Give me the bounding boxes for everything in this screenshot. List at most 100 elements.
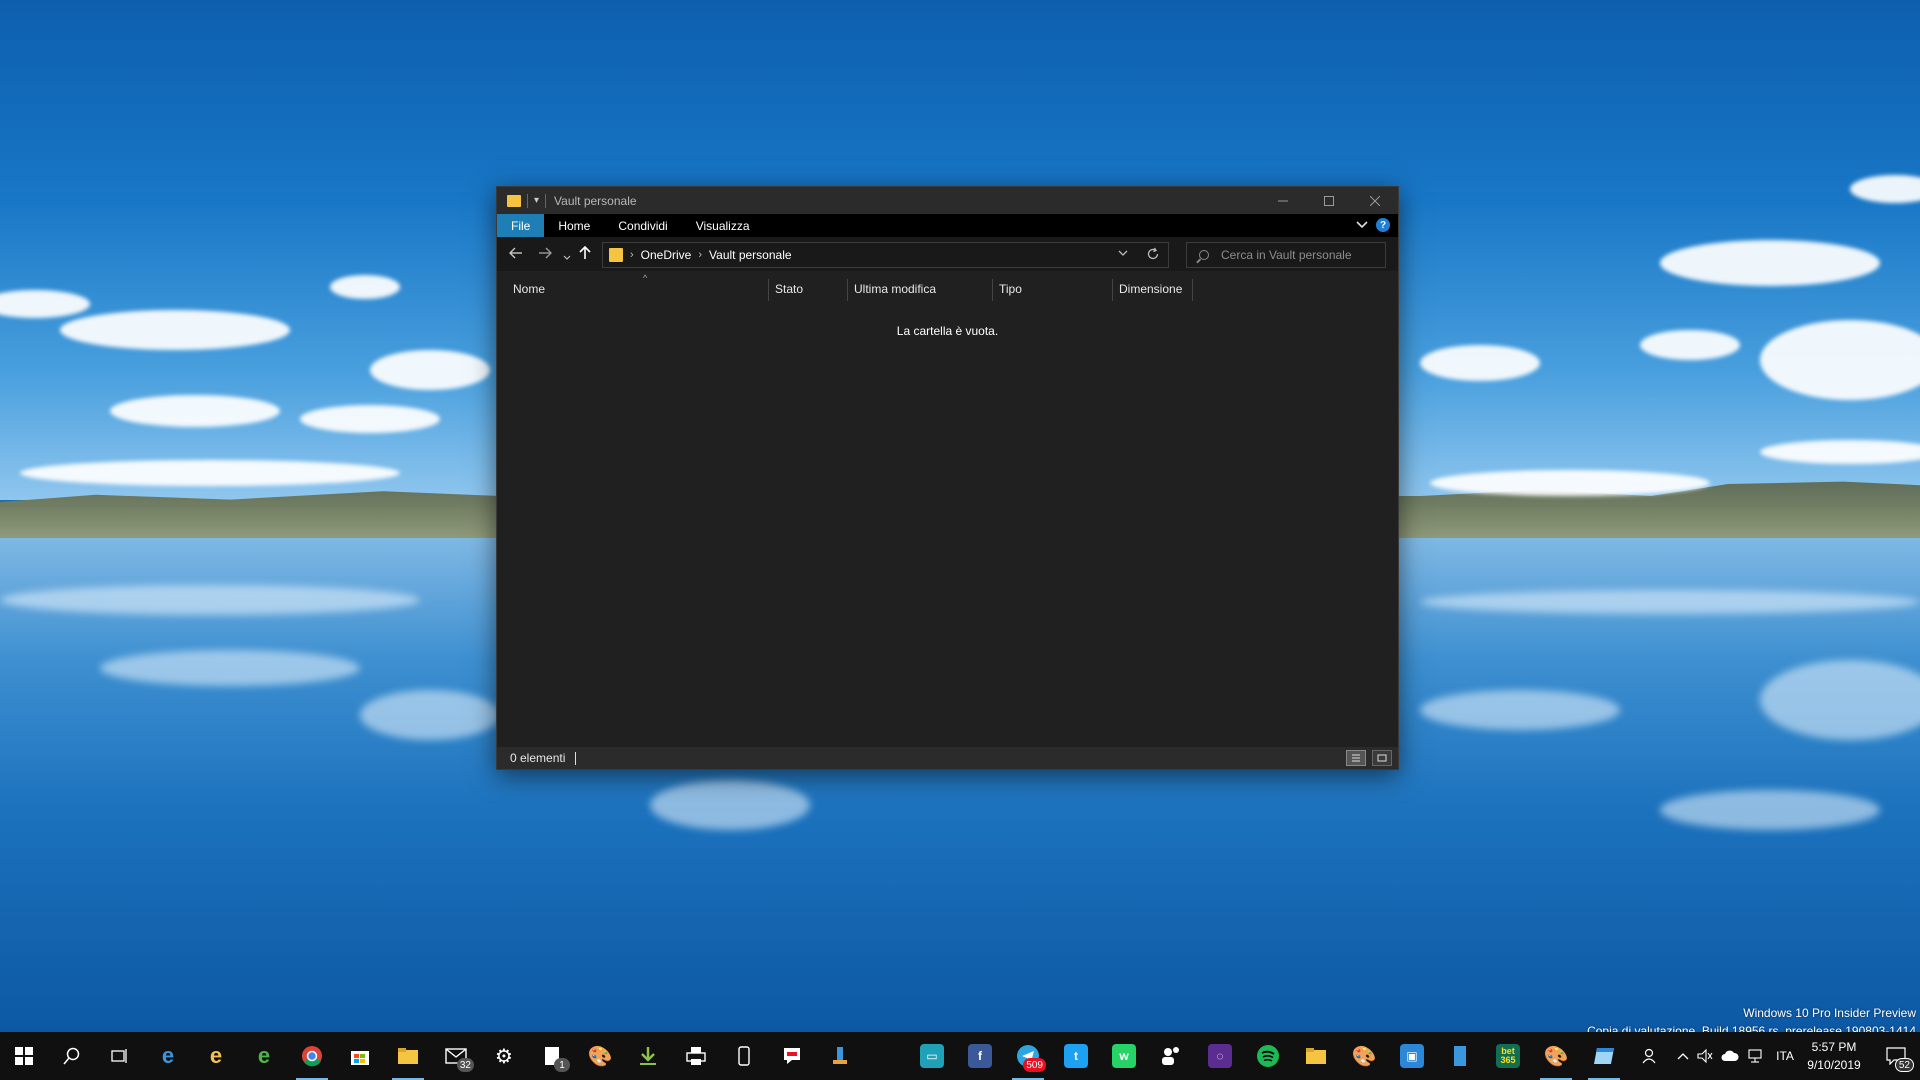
expand-ribbon-icon[interactable] bbox=[1356, 221, 1368, 229]
up-button[interactable] bbox=[579, 245, 591, 264]
cloud-reflection bbox=[100, 650, 360, 686]
help-icon[interactable]: ? bbox=[1376, 218, 1390, 232]
feedback-app[interactable] bbox=[768, 1032, 816, 1080]
maximize-button[interactable] bbox=[1306, 187, 1352, 214]
bet365-app[interactable]: bet 365 bbox=[1484, 1032, 1532, 1080]
twitter-app[interactable]: t bbox=[1052, 1032, 1100, 1080]
clock-time: 5:57 PM bbox=[1811, 1040, 1857, 1054]
folder-icon bbox=[507, 194, 521, 207]
column-header-ultima-modifica[interactable]: Ultima modifica bbox=[848, 277, 992, 301]
remote-desktop-app[interactable]: ▣ bbox=[1388, 1032, 1436, 1080]
phone-icon bbox=[738, 1046, 750, 1066]
paint3d-app[interactable]: 🎨 bbox=[1340, 1032, 1388, 1080]
forward-button[interactable] bbox=[538, 246, 552, 263]
facebook-app[interactable]: f bbox=[956, 1032, 1004, 1080]
cloud-reflection bbox=[1420, 690, 1620, 730]
column-header-stato[interactable]: Stato bbox=[769, 277, 847, 301]
facebook-icon: f bbox=[968, 1044, 992, 1068]
print-app[interactable] bbox=[672, 1032, 720, 1080]
folder-icon bbox=[609, 248, 623, 262]
column-divider[interactable] bbox=[1192, 279, 1193, 301]
chrome-app[interactable] bbox=[288, 1032, 336, 1080]
close-button[interactable] bbox=[1352, 187, 1398, 214]
people-icon bbox=[1162, 1047, 1179, 1065]
powershell-app[interactable] bbox=[816, 1032, 864, 1080]
large-icons-view-button[interactable] bbox=[1372, 750, 1392, 766]
quick-access-dropdown-icon[interactable]: ▾ bbox=[534, 195, 539, 206]
action-center-button[interactable]: 52 bbox=[1876, 1032, 1916, 1080]
whatsapp-app[interactable]: w bbox=[1100, 1032, 1148, 1080]
feedback-hub-app[interactable]: ◌ bbox=[1196, 1032, 1244, 1080]
mail-unread-badge: 32 bbox=[456, 1058, 474, 1072]
breadcrumb-separator[interactable]: › bbox=[630, 249, 634, 261]
store-app[interactable] bbox=[336, 1032, 384, 1080]
search-input[interactable] bbox=[1221, 248, 1381, 262]
tab-file[interactable]: File bbox=[497, 214, 545, 237]
task-view-button[interactable] bbox=[96, 1032, 144, 1080]
mail-app[interactable]: 32 bbox=[432, 1032, 480, 1080]
tab-visualizza[interactable]: Visualizza bbox=[682, 214, 764, 237]
settings-app[interactable]: ⚙ bbox=[480, 1032, 528, 1080]
search-button[interactable] bbox=[48, 1032, 96, 1080]
cloud-icon bbox=[1721, 1050, 1739, 1061]
telegram-app[interactable]: 509 bbox=[1004, 1032, 1052, 1080]
files-badge: 1 bbox=[554, 1058, 570, 1072]
ribbon-tabs: File Home Condividi Visualizza ? bbox=[497, 214, 1398, 237]
recent-locations-button[interactable] bbox=[563, 248, 571, 265]
address-history-dropdown[interactable] bbox=[1118, 249, 1128, 260]
paint-app[interactable]: 🎨 bbox=[576, 1032, 624, 1080]
feedback-icon bbox=[784, 1048, 800, 1064]
edge-dev-icon: e bbox=[257, 1043, 271, 1068]
explorer-app-2[interactable] bbox=[1292, 1032, 1340, 1080]
back-button[interactable] bbox=[509, 246, 523, 263]
title-bar[interactable]: ▾ Vault personale bbox=[497, 187, 1398, 214]
details-view-icon bbox=[1352, 754, 1360, 762]
windows-watermark: Copia di valutazione. Build 18956.rs_pre… bbox=[1587, 1024, 1916, 1032]
tool-icon bbox=[833, 1047, 847, 1064]
people-tray-button[interactable] bbox=[1636, 1032, 1664, 1080]
spotify-app[interactable] bbox=[1244, 1032, 1292, 1080]
chat-app[interactable]: ▭ bbox=[908, 1032, 956, 1080]
edge-beta-app[interactable]: e bbox=[192, 1032, 240, 1080]
ribbon-right-controls: ? bbox=[1356, 218, 1390, 232]
refresh-button[interactable] bbox=[1146, 247, 1160, 264]
tab-condividi[interactable]: Condividi bbox=[604, 214, 681, 237]
search-box[interactable] bbox=[1186, 242, 1386, 268]
cloud bbox=[1660, 240, 1880, 286]
files-app[interactable]: 1 bbox=[528, 1032, 576, 1080]
network-button[interactable] bbox=[1744, 1032, 1766, 1080]
taskbar: e e e 32 ⚙ 1 🎨 ▭ f 509 t w ◌ 🎨 ▣ bet 365… bbox=[0, 1032, 1920, 1080]
edge-icon: e bbox=[161, 1043, 175, 1068]
edge-app[interactable]: e bbox=[144, 1032, 192, 1080]
paint-app-2[interactable]: 🎨 bbox=[1532, 1032, 1580, 1080]
minimize-button[interactable] bbox=[1260, 187, 1306, 214]
breadcrumb-onedrive[interactable]: OneDrive bbox=[641, 248, 692, 262]
chevron-down-icon bbox=[1118, 250, 1128, 256]
clock[interactable]: 5:57 PM 9/10/2019 bbox=[1794, 1038, 1874, 1074]
column-label: Ultima modifica bbox=[854, 282, 937, 296]
twitter-icon: t bbox=[1064, 1044, 1088, 1068]
column-header-dimensione[interactable]: Dimensione bbox=[1113, 277, 1193, 301]
breadcrumb-separator[interactable]: › bbox=[698, 249, 702, 261]
onedrive-button[interactable] bbox=[1718, 1032, 1742, 1080]
navigation-bar: › OneDrive › Vault personale bbox=[497, 237, 1398, 271]
arrow-left-icon bbox=[509, 247, 522, 259]
notes-app[interactable] bbox=[1436, 1032, 1484, 1080]
breadcrumb-vault-personale[interactable]: Vault personale bbox=[709, 248, 792, 262]
details-view-button[interactable] bbox=[1346, 750, 1366, 766]
cloud bbox=[1640, 330, 1740, 360]
volume-button[interactable] bbox=[1694, 1032, 1716, 1080]
show-hidden-icons-button[interactable] bbox=[1672, 1032, 1694, 1080]
store-icon bbox=[351, 1051, 369, 1065]
file-explorer-app[interactable] bbox=[384, 1032, 432, 1080]
address-bar[interactable]: › OneDrive › Vault personale bbox=[602, 242, 1169, 268]
column-header-tipo[interactable]: Tipo bbox=[993, 277, 1113, 301]
phone-app[interactable] bbox=[720, 1032, 768, 1080]
start-button[interactable] bbox=[0, 1032, 48, 1080]
people-app[interactable] bbox=[1148, 1032, 1196, 1080]
tab-home[interactable]: Home bbox=[544, 214, 604, 237]
download-app[interactable] bbox=[624, 1032, 672, 1080]
edge-dev-app[interactable]: e bbox=[240, 1032, 288, 1080]
column-header-nome[interactable]: Nome ^ bbox=[507, 273, 767, 301]
notepad-app[interactable] bbox=[1580, 1032, 1628, 1080]
